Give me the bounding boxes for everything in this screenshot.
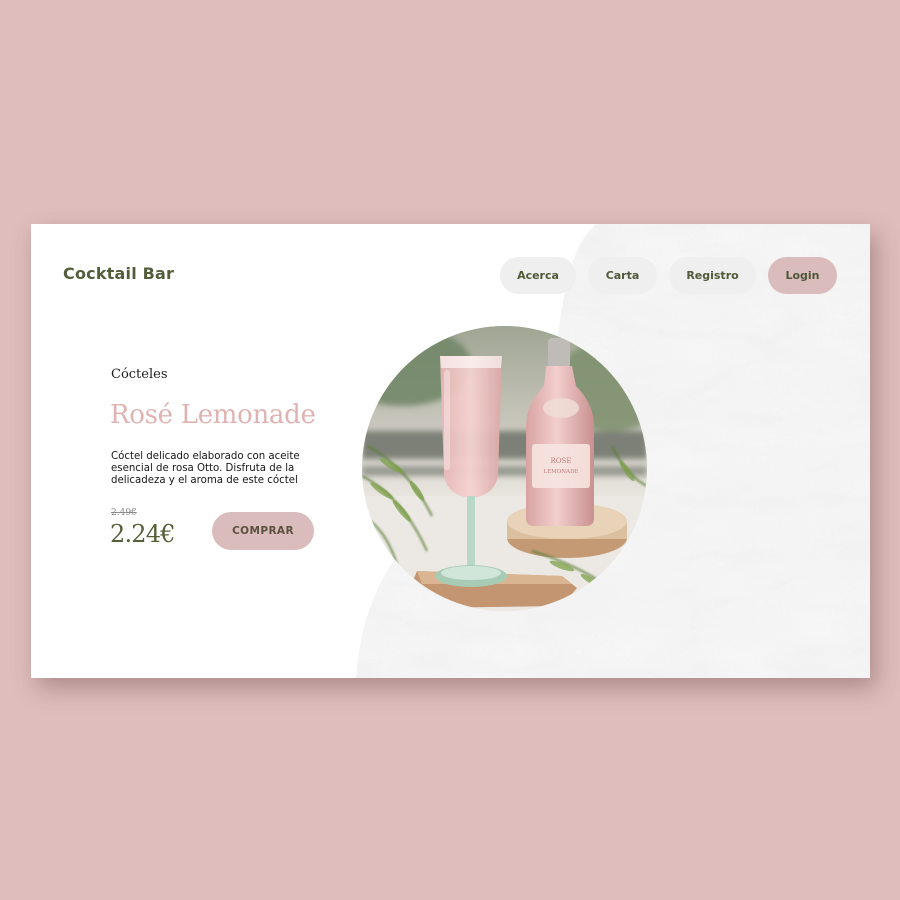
current-price: 2.24€ [110,520,176,548]
buy-button[interactable]: COMPRAR [212,512,314,550]
nav-registro-button[interactable]: Registro [669,257,756,294]
old-price: 2.49€ [111,508,137,518]
nav-carta-button[interactable]: Carta [588,257,657,294]
product-category: Cócteles [111,367,168,382]
product-title: Rosé Lemonade [110,400,316,430]
product-description: Cóctel delicado elaborado con aceite ese… [111,451,300,486]
brand-logo[interactable]: Cocktail Bar [63,264,174,283]
nav-login-button[interactable]: Login [768,257,837,294]
landing-card: Cocktail Bar Acerca Carta Registro Login… [31,224,870,678]
nav-acerca-button[interactable]: Acerca [500,257,576,294]
bottle-label-line2: LEMONADE [543,469,578,475]
bottle-label-line1: ROSE [551,457,572,465]
cocktail-photo: ROSE LEMONADE [362,326,647,611]
